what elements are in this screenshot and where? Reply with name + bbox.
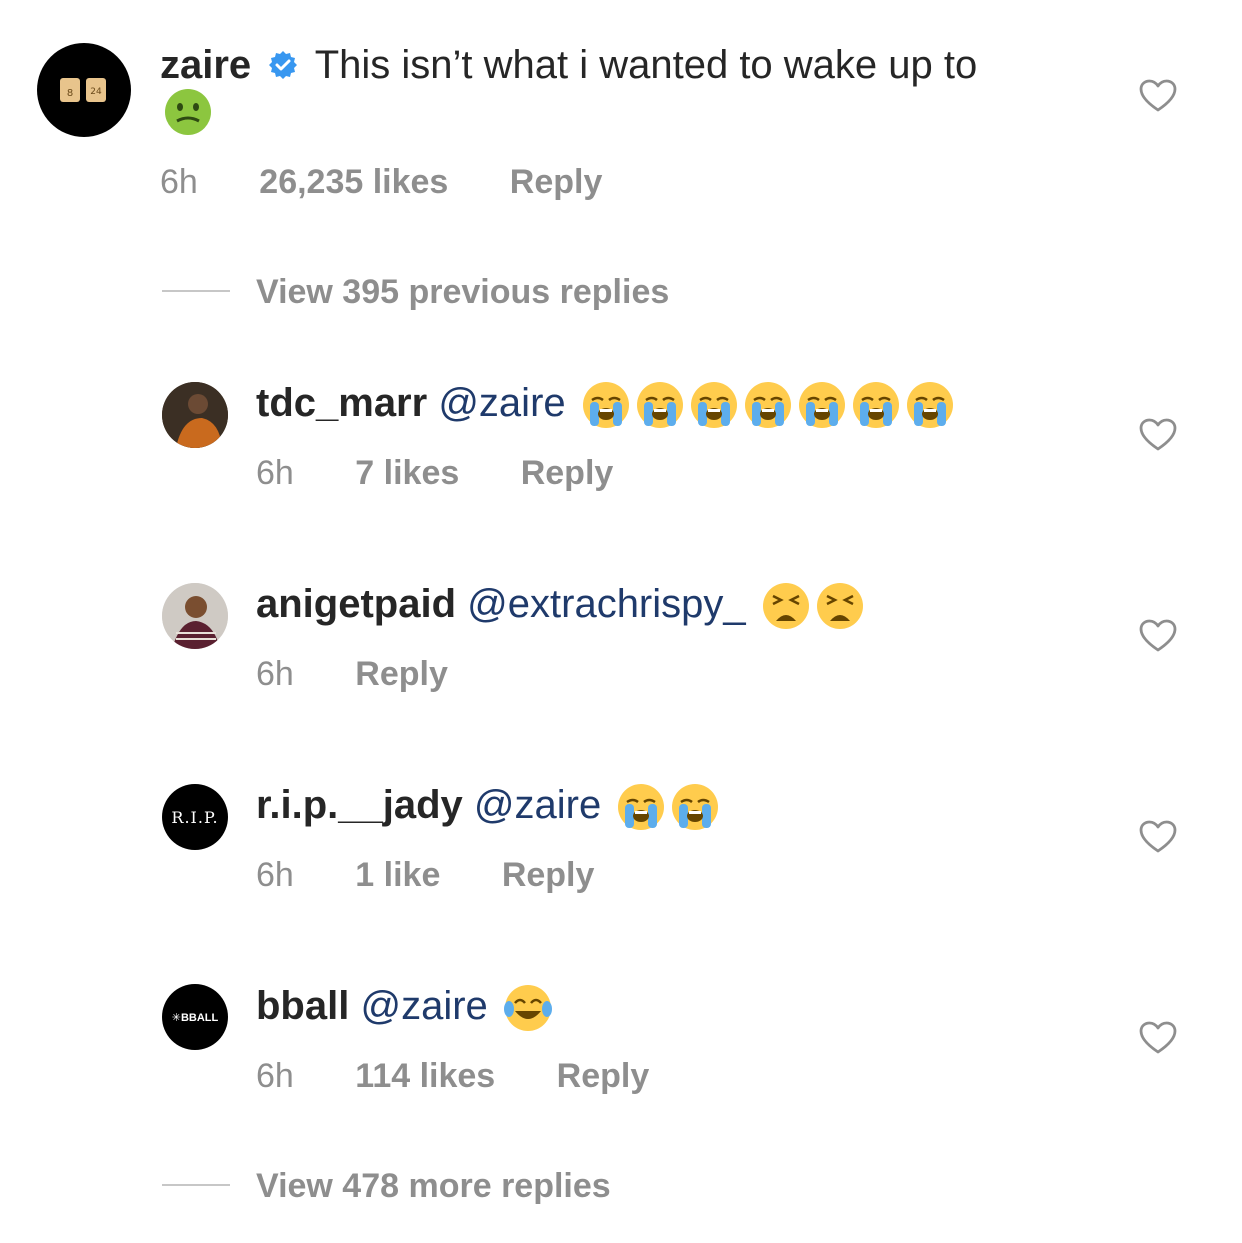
reply-2-reply-button[interactable]: Reply bbox=[355, 654, 448, 694]
reply-1-likes[interactable]: 7 likes bbox=[355, 453, 459, 493]
main-comment-text: zaire This isn’t what i wanted to wake u… bbox=[160, 40, 977, 90]
loudly-crying-face-emoji bbox=[744, 382, 791, 429]
reply-2-time: 6h bbox=[256, 655, 294, 693]
loudly-crying-face-emoji bbox=[906, 382, 953, 429]
reply-4-username[interactable]: bball bbox=[256, 984, 349, 1028]
reply-2-emojis bbox=[757, 582, 865, 630]
avatar-anigetpaid[interactable] bbox=[162, 583, 228, 649]
reply-2-mention[interactable]: @extrachrispy_ bbox=[467, 582, 745, 626]
reply-3-text: r.i.p.__jady @zaire bbox=[256, 780, 720, 832]
reply-3-mention[interactable]: @zaire bbox=[474, 783, 601, 827]
view-previous-replies-button[interactable]: View 395 previous replies bbox=[256, 272, 669, 312]
reply-4-time: 6h bbox=[256, 1057, 294, 1095]
reply-2-meta: 6h Reply bbox=[256, 654, 448, 694]
main-comment-body: This isn’t what i wanted to wake up to bbox=[314, 43, 978, 87]
reply-4-meta: 6h 114 likes Reply bbox=[256, 1056, 649, 1096]
reply-3-likes[interactable]: 1 like bbox=[355, 855, 440, 895]
avatar-tdc-marr[interactable] bbox=[162, 382, 228, 448]
like-heart-icon[interactable] bbox=[1139, 1021, 1177, 1055]
verified-badge-icon bbox=[269, 51, 298, 79]
svg-text:8: 8 bbox=[67, 88, 73, 99]
avatar-bball-text: ✳BBALL bbox=[171, 1011, 219, 1024]
photo-avatar-icon bbox=[162, 382, 228, 448]
reply-3-meta: 6h 1 like Reply bbox=[256, 855, 594, 895]
main-comment-likes[interactable]: 26,235 likes bbox=[259, 162, 448, 202]
reply-3-time: 6h bbox=[256, 856, 294, 894]
loudly-crying-face-emoji bbox=[798, 382, 845, 429]
loudly-crying-face-emoji bbox=[672, 784, 719, 831]
reply-4-emojis bbox=[499, 984, 553, 1032]
reply-2-username[interactable]: anigetpaid bbox=[256, 582, 456, 626]
jersey-avatar-icon: 8 24 bbox=[60, 78, 106, 102]
reply-4-reply-button[interactable]: Reply bbox=[557, 1056, 650, 1096]
face-with-tears-of-joy-emoji bbox=[503, 985, 552, 1032]
reply-4-text: bball @zaire bbox=[256, 981, 553, 1033]
weary-face-emoji bbox=[816, 583, 863, 630]
photo-avatar-icon bbox=[162, 583, 228, 649]
like-heart-icon[interactable] bbox=[1139, 418, 1177, 452]
svg-text:24: 24 bbox=[90, 87, 102, 97]
divider-line bbox=[162, 290, 230, 292]
loudly-crying-face-emoji bbox=[618, 784, 665, 831]
reply-1-reply-button[interactable]: Reply bbox=[521, 453, 614, 493]
reply-1-username[interactable]: tdc_marr bbox=[256, 381, 427, 425]
main-comment-time: 6h bbox=[160, 163, 198, 201]
reply-1-meta: 6h 7 likes Reply bbox=[256, 453, 613, 493]
avatar-zaire[interactable]: 8 24 bbox=[37, 43, 131, 137]
view-more-replies-button[interactable]: View 478 more replies bbox=[256, 1166, 611, 1206]
loudly-crying-face-emoji bbox=[582, 382, 629, 429]
loudly-crying-face-emoji bbox=[636, 382, 683, 429]
reply-1-emojis bbox=[577, 381, 955, 429]
like-heart-icon[interactable] bbox=[1139, 820, 1177, 854]
reply-4-likes[interactable]: 114 likes bbox=[355, 1056, 495, 1096]
reply-4-mention[interactable]: @zaire bbox=[360, 984, 487, 1028]
reply-3-emojis bbox=[612, 783, 720, 831]
reply-1-mention[interactable]: @zaire bbox=[438, 381, 565, 425]
weary-face-emoji bbox=[762, 583, 809, 630]
loudly-crying-face-emoji bbox=[852, 382, 899, 429]
reply-3-reply-button[interactable]: Reply bbox=[502, 855, 595, 895]
like-heart-icon[interactable] bbox=[1139, 619, 1177, 653]
reply-3-username[interactable]: r.i.p.__jady bbox=[256, 783, 463, 827]
avatar-rip-text: R.I.P. bbox=[171, 807, 219, 827]
reply-2-text: anigetpaid @extrachrispy_ bbox=[256, 579, 865, 631]
main-comment-username[interactable]: zaire bbox=[160, 43, 251, 87]
reply-1-time: 6h bbox=[256, 454, 294, 492]
main-comment-meta: 6h 26,235 likes Reply bbox=[160, 162, 602, 202]
loudly-crying-face-emoji bbox=[690, 382, 737, 429]
divider-line bbox=[162, 1184, 230, 1186]
avatar-rip-jady[interactable]: R.I.P. bbox=[162, 784, 228, 850]
nauseated-face-emoji bbox=[165, 89, 211, 135]
avatar-bball[interactable]: ✳BBALL bbox=[162, 984, 228, 1050]
main-comment-reply-button[interactable]: Reply bbox=[510, 162, 603, 202]
like-heart-icon[interactable] bbox=[1139, 79, 1177, 113]
reply-1-text: tdc_marr @zaire bbox=[256, 378, 955, 430]
